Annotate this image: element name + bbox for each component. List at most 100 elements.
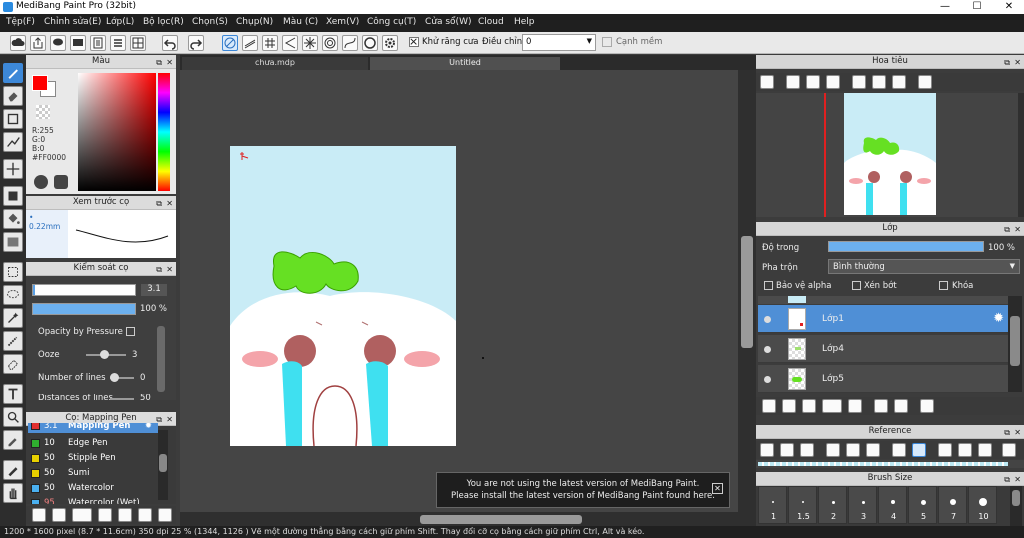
fit-screen-icon[interactable] bbox=[806, 75, 820, 89]
tab-untitled[interactable]: Untitled bbox=[370, 57, 560, 70]
canvas-area[interactable] bbox=[180, 70, 738, 512]
rotate-left-icon[interactable] bbox=[938, 443, 952, 457]
antialias-checkbox[interactable] bbox=[409, 37, 419, 47]
close-panel-icon[interactable]: ✕ bbox=[166, 197, 173, 210]
settings-gear-icon[interactable] bbox=[382, 35, 398, 51]
tab-chua-mdp[interactable]: chưa.mdp bbox=[182, 57, 368, 70]
color-wheel-icon[interactable] bbox=[34, 175, 48, 189]
undo-icon[interactable] bbox=[162, 35, 178, 51]
export-icon[interactable] bbox=[30, 35, 46, 51]
layer-opacity-slider[interactable] bbox=[828, 241, 984, 252]
brush-size-value[interactable]: 3.1 bbox=[141, 284, 167, 296]
close-panel-icon[interactable]: ✕ bbox=[166, 56, 173, 69]
move-tool-icon[interactable] bbox=[3, 159, 23, 179]
flip-icon[interactable] bbox=[918, 75, 932, 89]
snap-off-icon[interactable] bbox=[222, 35, 238, 51]
menu-help[interactable]: Help bbox=[514, 17, 535, 27]
brush-item-watercolor-wet[interactable]: 95 Watercolor (Wet) bbox=[28, 496, 158, 504]
curve-snap-icon[interactable] bbox=[342, 35, 358, 51]
close-panel-icon[interactable]: ✕ bbox=[1014, 426, 1021, 439]
chat-icon[interactable] bbox=[70, 35, 86, 51]
drawing-canvas[interactable] bbox=[230, 146, 456, 446]
reset-rotate-icon[interactable] bbox=[872, 75, 886, 89]
menu-edit[interactable]: Chỉnh sửa(E) bbox=[44, 17, 101, 27]
opacity-pressure-checkbox[interactable] bbox=[126, 327, 135, 336]
visibility-eye-icon[interactable] bbox=[764, 346, 771, 353]
undock-icon[interactable]: ⧉ bbox=[1004, 223, 1010, 236]
add-layer-menu-icon[interactable] bbox=[822, 399, 842, 413]
layer-row-lop1[interactable]: Lớp1 ✹ bbox=[758, 305, 1008, 333]
close-panel-icon[interactable]: ✕ bbox=[1014, 223, 1021, 236]
close-panel-icon[interactable]: ✕ bbox=[1014, 56, 1021, 69]
open-folder-icon[interactable] bbox=[780, 443, 794, 457]
duplicate-icon[interactable] bbox=[138, 508, 152, 522]
undock-icon[interactable]: ⧉ bbox=[156, 263, 162, 276]
pen-tool-icon[interactable] bbox=[3, 460, 23, 480]
duplicate-layer-icon[interactable] bbox=[874, 399, 888, 413]
cloud-download-icon[interactable] bbox=[32, 508, 46, 522]
undock-icon[interactable]: ⧉ bbox=[1004, 473, 1010, 486]
line-tool-icon[interactable] bbox=[3, 132, 23, 152]
brush-size-cell-7[interactable]: 7 bbox=[938, 486, 967, 524]
fit-screen-icon[interactable] bbox=[846, 443, 860, 457]
magic-wand-tool-icon[interactable] bbox=[3, 308, 23, 328]
close-notification-icon[interactable]: ✕ bbox=[712, 483, 723, 494]
document-icon[interactable] bbox=[90, 35, 106, 51]
comment-icon[interactable] bbox=[50, 35, 66, 51]
update-notification[interactable]: You are not using the latest version of … bbox=[436, 472, 730, 508]
redo-icon[interactable] bbox=[188, 35, 204, 51]
undock-icon[interactable]: ⧉ bbox=[1004, 56, 1010, 69]
brush-size-cell-10[interactable]: 10 bbox=[968, 486, 997, 524]
hand-icon[interactable] bbox=[912, 443, 926, 457]
rotate-right-icon[interactable] bbox=[892, 75, 906, 89]
brush-list-scrollbar[interactable] bbox=[158, 430, 168, 500]
brush-tool-icon[interactable] bbox=[3, 63, 23, 83]
brush-size-cell-1[interactable]: 1 bbox=[758, 486, 787, 524]
close-panel-icon[interactable]: ✕ bbox=[166, 263, 173, 276]
foreground-color-swatch[interactable] bbox=[32, 75, 48, 91]
close-button[interactable]: ✕ bbox=[994, 0, 1024, 14]
select-pen-tool-icon[interactable] bbox=[3, 331, 23, 351]
dropper-icon[interactable] bbox=[892, 443, 906, 457]
brush-size-slider[interactable] bbox=[32, 284, 136, 296]
hand-tool-icon[interactable] bbox=[3, 483, 23, 503]
adjust-select[interactable]: 0 ▼ bbox=[522, 34, 596, 51]
menu-file[interactable]: Tệp(F) bbox=[6, 17, 35, 27]
menu-filter[interactable]: Bộ lọc(R) bbox=[143, 17, 184, 27]
rectangle-tool-icon[interactable] bbox=[3, 109, 23, 129]
merge-layer-icon[interactable] bbox=[894, 399, 908, 413]
navigator-scrollbar[interactable] bbox=[1018, 93, 1024, 217]
zoom-out-icon[interactable] bbox=[866, 443, 880, 457]
menu-select[interactable]: Chọn(S) bbox=[192, 17, 228, 27]
visibility-eye-icon[interactable] bbox=[764, 376, 771, 383]
dropper-tool-icon[interactable] bbox=[3, 430, 23, 450]
ooze-slider[interactable] bbox=[86, 350, 126, 359]
zoom-in-icon[interactable] bbox=[826, 443, 840, 457]
flip-icon[interactable] bbox=[1002, 443, 1016, 457]
brush-settings-gear-icon[interactable]: ✹ bbox=[145, 423, 152, 433]
close-icon[interactable] bbox=[800, 443, 814, 457]
brush-opacity-slider[interactable] bbox=[32, 303, 136, 315]
brush-item-stipple-pen[interactable]: 50 Stipple Pen bbox=[28, 451, 158, 466]
menu-layer[interactable]: Lớp(L) bbox=[106, 17, 134, 27]
menu-color[interactable]: Màu (C) bbox=[283, 17, 318, 27]
brush-size-cell-2[interactable]: 2 bbox=[818, 486, 847, 524]
zoom-out-icon[interactable] bbox=[826, 75, 840, 89]
lasso-tool-icon[interactable] bbox=[3, 285, 23, 305]
radial-snap-icon[interactable] bbox=[302, 35, 318, 51]
minimize-button[interactable]: — bbox=[930, 0, 960, 14]
rotate-left-icon[interactable] bbox=[852, 75, 866, 89]
hue-slider[interactable] bbox=[158, 73, 170, 191]
concentric-snap-icon[interactable] bbox=[322, 35, 338, 51]
layer-list-scrollbar[interactable] bbox=[1008, 296, 1022, 392]
brush-size-scrollbar[interactable] bbox=[1010, 486, 1022, 526]
brush-item-sumi[interactable]: 50 Sumi bbox=[28, 466, 158, 481]
close-panel-icon[interactable]: ✕ bbox=[1014, 473, 1021, 486]
new-brush-icon[interactable] bbox=[52, 508, 66, 522]
layer-row-lop5[interactable]: Lớp5 bbox=[758, 365, 1008, 393]
brush-item-watercolor[interactable]: 50 Watercolor bbox=[28, 481, 158, 496]
menu-capture[interactable]: Chụp(N) bbox=[236, 17, 273, 27]
add-brush-icon[interactable] bbox=[72, 508, 92, 522]
cloud-upload-icon[interactable] bbox=[760, 443, 774, 457]
delete-layer-icon[interactable] bbox=[920, 399, 934, 413]
